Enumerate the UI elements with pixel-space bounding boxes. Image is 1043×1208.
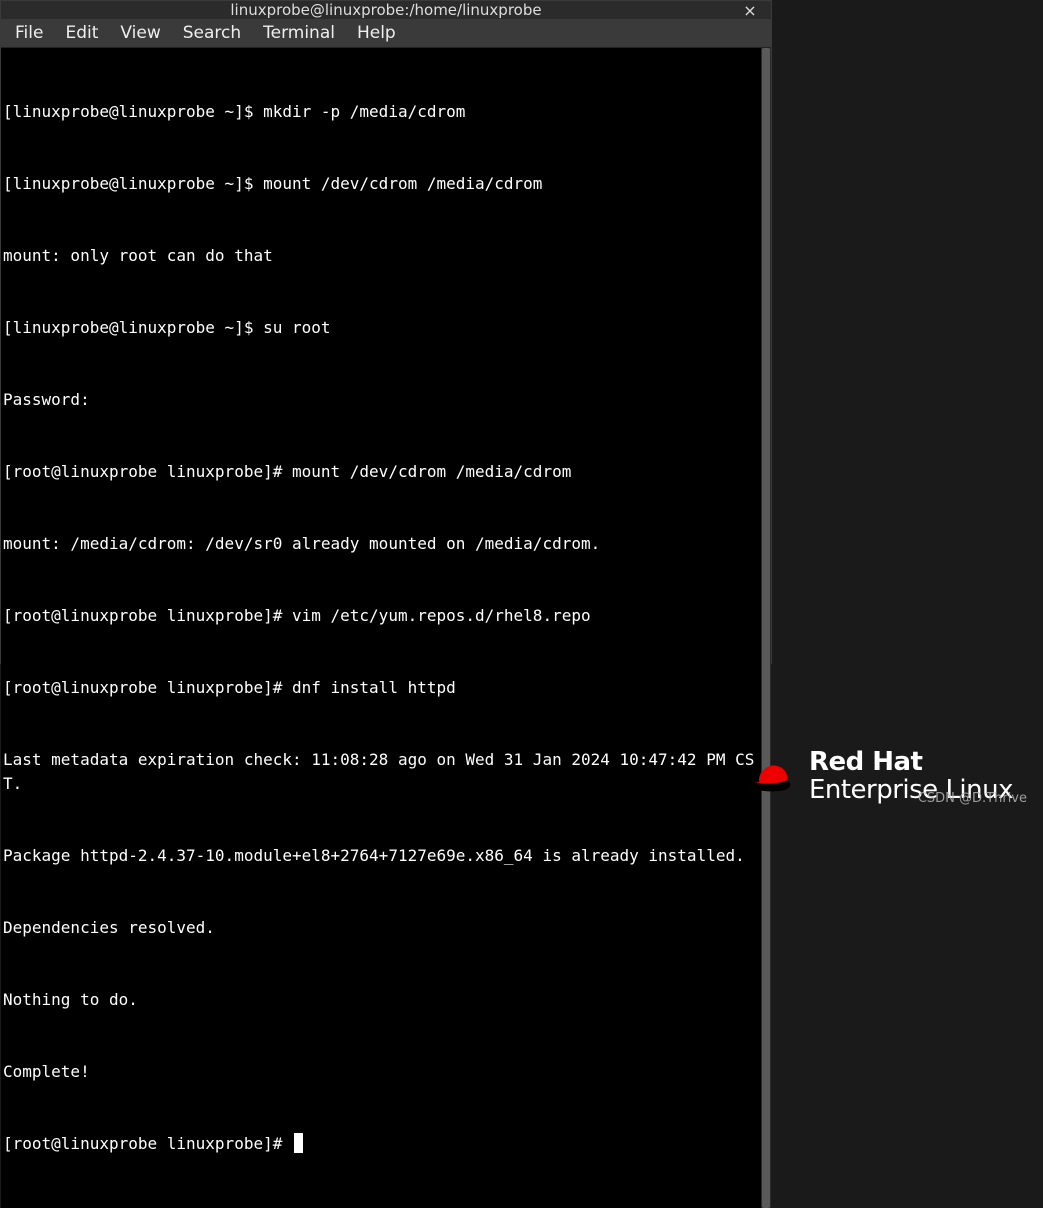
terminal-line: [linuxprobe@linuxprobe ~]$ mount /dev/cd… (3, 172, 759, 196)
menu-help[interactable]: Help (347, 19, 406, 47)
terminal-line: Complete! (3, 1060, 759, 1084)
menu-file[interactable]: File (5, 19, 53, 47)
terminal-line: [root@linuxprobe linuxprobe]# vim /etc/y… (3, 604, 759, 628)
terminal-line: mount: /media/cdrom: /dev/sr0 already mo… (3, 532, 759, 556)
terminal-line: Last metadata expiration check: 11:08:28… (3, 748, 759, 796)
menu-view[interactable]: View (110, 19, 170, 47)
redhat-brand-label: Red Hat (809, 749, 1013, 776)
close-icon: × (743, 1, 756, 20)
menu-search[interactable]: Search (173, 19, 251, 47)
terminal-line: Nothing to do. (3, 988, 759, 1012)
menu-edit[interactable]: Edit (55, 19, 108, 47)
terminal-line: [root@linuxprobe linuxprobe]# mount /dev… (3, 460, 759, 484)
terminal-line: [linuxprobe@linuxprobe ~]$ su root (3, 316, 759, 340)
terminal-scrollbar[interactable] (761, 48, 771, 1208)
menu-terminal[interactable]: Terminal (253, 19, 345, 47)
terminal-line: Dependencies resolved. (3, 916, 759, 940)
scrollbar-thumb[interactable] (762, 48, 770, 1208)
redhat-hat-icon (743, 757, 795, 797)
window-close-button[interactable]: × (741, 1, 759, 19)
terminal-line: Package httpd-2.4.37-10.module+el8+2764+… (3, 844, 759, 868)
terminal-content[interactable]: [linuxprobe@linuxprobe ~]$ mkdir -p /med… (1, 48, 761, 1208)
terminal-prompt-line: [root@linuxprobe linuxprobe]# (3, 1132, 759, 1156)
terminal-line: [root@linuxprobe linuxprobe]# dnf instal… (3, 676, 759, 700)
watermark-text: CSDN @D.Thrive (918, 791, 1027, 806)
window-title: linuxprobe@linuxprobe:/home/linuxprobe (230, 1, 541, 19)
terminal-body: [linuxprobe@linuxprobe ~]$ mkdir -p /med… (1, 48, 771, 1208)
window-titlebar[interactable]: linuxprobe@linuxprobe:/home/linuxprobe × (1, 1, 771, 19)
menubar: File Edit View Search Terminal Help (1, 19, 771, 48)
cursor-icon (294, 1133, 303, 1153)
terminal-window: linuxprobe@linuxprobe:/home/linuxprobe ×… (0, 0, 772, 664)
terminal-prompt: [root@linuxprobe linuxprobe]# (3, 1134, 292, 1153)
terminal-line: Password: (3, 388, 759, 412)
terminal-line: mount: only root can do that (3, 244, 759, 268)
terminal-line: [linuxprobe@linuxprobe ~]$ mkdir -p /med… (3, 100, 759, 124)
